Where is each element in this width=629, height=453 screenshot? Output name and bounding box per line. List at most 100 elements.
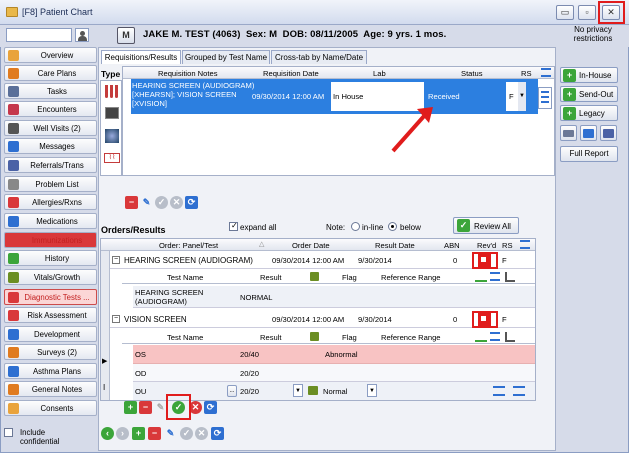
- edit-requisition-icon[interactable]: ✎: [140, 196, 153, 209]
- edit-icon[interactable]: ✎: [164, 427, 177, 440]
- col-result-date[interactable]: Result Date: [375, 241, 415, 250]
- col-revd[interactable]: Rev'd: [477, 241, 496, 250]
- nav-item-consents[interactable]: Consents: [4, 400, 97, 416]
- nav-item-asthma-plans[interactable]: Asthma Plans: [4, 363, 97, 379]
- below-radio[interactable]: [388, 222, 397, 231]
- sub-column-chooser-icon[interactable]: [490, 332, 500, 341]
- refresh-icon[interactable]: ⟳: [211, 427, 224, 440]
- nav-item-messages[interactable]: Messages: [4, 138, 97, 154]
- column-chooser-icon[interactable]: [541, 68, 551, 77]
- nav-item-medications[interactable]: Medications: [4, 213, 97, 229]
- result-entry-icon[interactable]: [475, 332, 487, 342]
- delete-requisition-icon[interactable]: −: [125, 196, 138, 209]
- nav-item-referrals-trans[interactable]: Referrals/Trans: [4, 157, 97, 173]
- add-order-icon[interactable]: +: [124, 401, 137, 414]
- minimize-button[interactable]: ▭: [556, 5, 574, 20]
- export-button[interactable]: [600, 125, 617, 141]
- ekg-icon[interactable]: ⌇⌇: [104, 153, 120, 163]
- in-house-button[interactable]: + In-House: [560, 67, 618, 83]
- fax-button[interactable]: [580, 125, 597, 141]
- nav-item-history[interactable]: History: [4, 250, 97, 266]
- nav-item-development[interactable]: Development: [4, 326, 97, 342]
- patient-search-input[interactable]: [6, 28, 72, 42]
- tab-requisitions-results[interactable]: Requisitions/Results: [101, 50, 181, 64]
- nav-item-general-notes[interactable]: General Notes: [4, 381, 97, 397]
- include-confidential-checkbox[interactable]: [4, 428, 13, 437]
- test-row-os[interactable]: OS 20/40 Abnormal: [133, 345, 535, 364]
- restore-button[interactable]: ▫: [578, 5, 596, 20]
- result-notes-icon[interactable]: [308, 386, 318, 395]
- nav-item-surveys-2[interactable]: Surveys (2): [4, 344, 97, 360]
- tab-grouped-by-test-name[interactable]: Grouped by Test Name: [182, 50, 270, 64]
- refresh-requisition-icon[interactable]: ⟳: [185, 196, 198, 209]
- refresh-orders-icon[interactable]: ⟳: [204, 401, 217, 414]
- reviewed-checkbox[interactable]: [478, 254, 491, 267]
- rs-dropdown[interactable]: F ▼: [505, 81, 527, 112]
- lookup-button[interactable]: ...: [227, 385, 237, 397]
- orders-column-chooser-icon[interactable]: [520, 240, 530, 249]
- back-icon[interactable]: ‹: [101, 427, 114, 440]
- remove-order-icon[interactable]: −: [139, 401, 152, 414]
- dropdown-arrow-icon[interactable]: ▼: [518, 82, 526, 111]
- nav-item-risk-assessment[interactable]: Risk Assessment: [4, 307, 97, 323]
- inline-radio[interactable]: [351, 222, 360, 231]
- col-order-date[interactable]: Order Date: [292, 241, 330, 250]
- order-row-vision[interactable]: − VISION SCREEN 09/30/2014 12:00 AM 9/30…: [110, 311, 535, 328]
- result-entry-icon[interactable]: [475, 272, 487, 282]
- col-abn[interactable]: ABN: [444, 241, 460, 250]
- patient-card-icon[interactable]: M: [117, 27, 135, 44]
- send-out-button[interactable]: + Send-Out: [560, 86, 618, 102]
- row-detail-icon[interactable]: [513, 386, 525, 396]
- collapse-icon[interactable]: −: [112, 256, 120, 264]
- nav-item-immunizations[interactable]: Immunizations: [4, 232, 97, 248]
- nav-item-care-plans[interactable]: Care Plans: [4, 65, 97, 81]
- normal-dropdown[interactable]: ▼: [367, 384, 377, 397]
- legacy-button[interactable]: + Legacy: [560, 105, 618, 121]
- row-list-icon[interactable]: [493, 386, 505, 396]
- col-rs[interactable]: RS: [521, 69, 532, 78]
- lab-tubes-icon[interactable]: [104, 85, 120, 99]
- nav-item-problem-list[interactable]: Problem List: [4, 176, 97, 192]
- graph-icon[interactable]: [505, 272, 515, 282]
- test-row-od[interactable]: OD 20/20: [133, 364, 535, 382]
- graph-icon[interactable]: [505, 332, 515, 342]
- nav-item-diagnostic-tests[interactable]: Diagnostic Tests ...: [4, 289, 97, 305]
- patient-photo-icon[interactable]: [75, 28, 89, 42]
- col-orders-rs[interactable]: RS: [502, 241, 513, 250]
- notes-icon[interactable]: [310, 332, 319, 341]
- col-requisition-notes[interactable]: Requisition Notes: [158, 69, 218, 78]
- nav-item-encounters[interactable]: Encounters: [4, 101, 97, 117]
- notes-icon[interactable]: [310, 272, 319, 281]
- arrow-shaft: [391, 113, 427, 153]
- nav-item-tasks[interactable]: Tasks: [4, 83, 97, 99]
- add-icon[interactable]: +: [132, 427, 145, 440]
- row-detail-icon[interactable]: [538, 87, 552, 109]
- collapse-icon[interactable]: −: [112, 315, 120, 323]
- requisitions-header: Requisition Notes Requisition Date Lab S…: [123, 67, 554, 79]
- xray-icon[interactable]: [105, 107, 119, 119]
- nav-item-allergies-rxns[interactable]: Allergies/Rxns: [4, 194, 97, 210]
- reviewed-checkbox[interactable]: [478, 313, 491, 326]
- nav-item-overview[interactable]: Overview: [4, 47, 97, 63]
- expand-all-checkbox[interactable]: ✓: [229, 221, 238, 231]
- scan-icon[interactable]: [105, 129, 119, 143]
- remove-icon[interactable]: −: [148, 427, 161, 440]
- tab-cross-tab-by-name-date[interactable]: Cross-tab by Name/Date: [271, 50, 367, 64]
- col-order-panel-test[interactable]: Order: Panel/Test: [159, 241, 218, 250]
- nav-item-well-visits-2[interactable]: Well Visits (2): [4, 120, 97, 136]
- test-row-hearing[interactable]: HEARING SCREEN (AUDIOGRAM) NORMAL: [133, 286, 535, 308]
- sub-column-chooser-icon[interactable]: [490, 272, 500, 281]
- nav-item-vitals-growth[interactable]: Vitals/Growth: [4, 269, 97, 285]
- full-report-button[interactable]: Full Report: [560, 146, 618, 162]
- lab-value: In House: [333, 92, 364, 101]
- col-requisition-date[interactable]: Requisition Date: [263, 69, 319, 78]
- requisition-row[interactable]: HEARING SCREEN (AUDIOGRAM) [XHEARSN]; VI…: [131, 79, 538, 114]
- test-row-ou[interactable]: OU ... 20/20 ▼ Normal ▼: [133, 382, 535, 400]
- flag-dropdown[interactable]: ▼: [293, 384, 303, 397]
- order-row-hearing[interactable]: − HEARING SCREEN (AUDIOGRAM) 09/30/2014 …: [110, 252, 535, 269]
- review-all-button[interactable]: ✓ Review All: [453, 217, 519, 234]
- col-status[interactable]: Status: [461, 69, 483, 78]
- nav-item-label: Risk Assessment: [27, 311, 87, 320]
- col-lab[interactable]: Lab: [373, 69, 386, 78]
- print-button[interactable]: [560, 125, 577, 141]
